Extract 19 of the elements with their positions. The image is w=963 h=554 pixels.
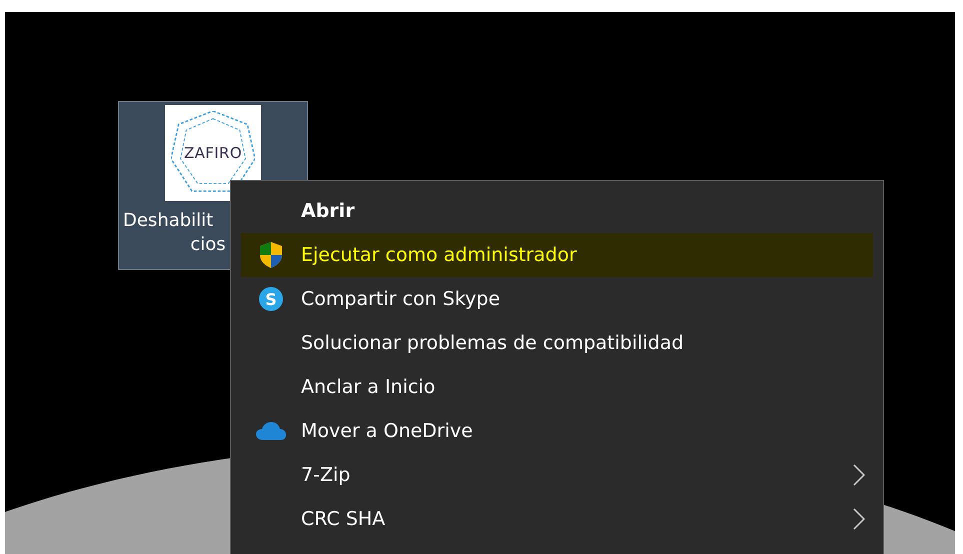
shortcut-label: Deshabilit: [122, 209, 214, 233]
menu-item[interactable]: Solucionar problemas de compatibilidad: [241, 321, 873, 365]
menu-item-label: Mover a OneDrive: [301, 418, 473, 444]
menu-item[interactable]: Ejecutar como administrador: [241, 233, 873, 277]
menu-item[interactable]: Anclar a Inicio: [241, 365, 873, 409]
skype-logo-icon: S: [258, 286, 284, 312]
menu-item-label: Compartir con Skype: [301, 286, 500, 312]
menu-item[interactable]: 7-Zip: [241, 453, 873, 497]
menu-item[interactable]: CRC SHA: [241, 497, 873, 541]
menu-item-label: CRC SHA: [301, 506, 386, 532]
shortcut-label: cios: [190, 233, 227, 257]
menu-item-label: 7-Zip: [301, 462, 350, 488]
menu-item-label: Solucionar problemas de compatibilidad: [301, 330, 684, 356]
logo-text: ZAFIRO: [184, 142, 242, 164]
shield-icon: [258, 241, 284, 269]
cloud-icon: [255, 421, 287, 441]
menu-item[interactable]: Mover a OneDrive: [241, 409, 873, 453]
menu-item-label: Anclar a Inicio: [301, 374, 436, 400]
menu-item[interactable]: S Compartir con Skype: [241, 277, 873, 321]
